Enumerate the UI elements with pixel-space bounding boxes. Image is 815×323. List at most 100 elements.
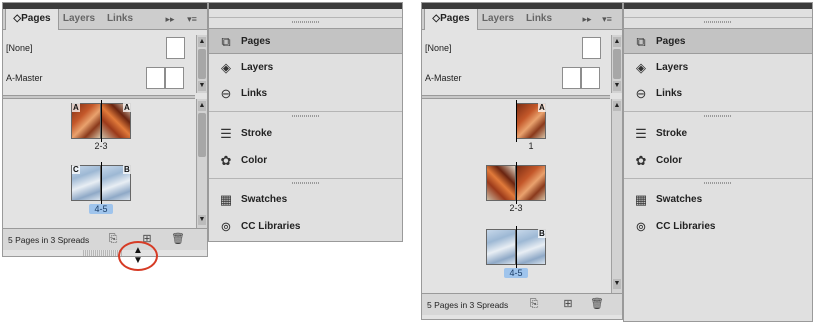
scroll-down-icon[interactable]: ▼ bbox=[198, 81, 206, 91]
dock-group-grip[interactable] bbox=[209, 111, 402, 120]
spread-number: 2-3 bbox=[509, 203, 523, 213]
spread-4-5[interactable]: B 4-5 bbox=[486, 226, 546, 279]
dock-item-stroke[interactable]: ☰ Stroke bbox=[624, 121, 812, 147]
tab-layers[interactable]: Layers bbox=[59, 9, 99, 29]
master-letter: C bbox=[72, 165, 80, 174]
master-item-a[interactable]: A-Master bbox=[3, 65, 193, 91]
tab-pages[interactable]: ◇Pages bbox=[5, 9, 59, 30]
pages-panel-footer: 5 Pages in 3 Spreads ⎘ ⊞ 🗑 bbox=[422, 293, 622, 315]
master-item-none[interactable]: [None] bbox=[3, 35, 193, 61]
section-divider[interactable] bbox=[422, 95, 610, 99]
spread-1[interactable]: A 1 bbox=[516, 100, 546, 151]
section-divider[interactable] bbox=[3, 95, 195, 99]
spread-number: 1 bbox=[528, 141, 534, 151]
dock-group-grip[interactable] bbox=[624, 17, 812, 26]
scroll-down-icon[interactable]: ▼ bbox=[198, 215, 206, 225]
scroll-thumb[interactable] bbox=[613, 49, 621, 79]
spread-spine bbox=[516, 100, 517, 142]
master-label: A-Master bbox=[425, 73, 462, 83]
edit-page-size-icon[interactable]: ⎘ bbox=[107, 233, 119, 245]
dock-group-grip[interactable] bbox=[624, 111, 812, 120]
dock-item-color[interactable]: ✿ Color bbox=[624, 148, 812, 174]
panel-tab-row: ◇Pages Layers Links ▸▸ ▾≡ bbox=[3, 9, 207, 30]
dock-item-label: Swatches bbox=[656, 194, 703, 205]
spread-2-3[interactable]: 2-3 bbox=[486, 162, 546, 213]
resize-down-arrow-icon: ▼ bbox=[133, 255, 143, 266]
overflow-tabs-button[interactable]: ▸▸ bbox=[163, 9, 177, 29]
dock-item-label: Pages bbox=[241, 36, 271, 47]
pages-scrollbar[interactable]: ▲ ▼ bbox=[611, 99, 622, 293]
scroll-up-icon[interactable]: ▲ bbox=[613, 37, 621, 47]
panel-dock-right: ⧉ Pages ◈ Layers ⊖ Links ☰ Stroke ✿ Colo… bbox=[623, 2, 813, 322]
scroll-thumb[interactable] bbox=[198, 49, 206, 79]
dock-item-links[interactable]: ⊖ Links bbox=[624, 81, 812, 107]
spread-number: 2-3 bbox=[94, 141, 108, 151]
masters-scrollbar[interactable]: ▲ ▼ bbox=[196, 35, 207, 93]
dock-item-pages[interactable]: ⧉ Pages bbox=[624, 28, 812, 54]
scroll-down-icon[interactable]: ▼ bbox=[613, 81, 621, 91]
panel-dock-left: ⧉ Pages ◈ Layers ⊖ Links ☰ Stroke ✿ Colo… bbox=[208, 2, 403, 242]
new-page-icon[interactable]: ⊞ bbox=[562, 298, 574, 310]
dock-item-swatches[interactable]: ▦ Swatches bbox=[624, 187, 812, 213]
edit-page-size-icon[interactable]: ⎘ bbox=[528, 298, 540, 310]
dock-item-label: Color bbox=[656, 155, 683, 166]
master-label: A-Master bbox=[6, 73, 43, 83]
pages-panel-footer: 5 Pages in 3 Spreads ⎘ ⊞ 🗑 bbox=[3, 228, 207, 250]
dock-item-label: Links bbox=[656, 88, 683, 99]
spread-spine bbox=[516, 162, 517, 204]
master-item-none[interactable]: [None] bbox=[422, 35, 608, 61]
dock-group-grip[interactable] bbox=[209, 178, 402, 187]
dock-group-grip[interactable] bbox=[624, 178, 812, 187]
dock-item-label: Color bbox=[241, 155, 268, 166]
master-thumbnail-right bbox=[165, 67, 184, 89]
master-label: [None] bbox=[6, 43, 33, 53]
dock-title-bar[interactable] bbox=[624, 3, 812, 9]
tab-pages[interactable]: ◇Pages bbox=[424, 9, 478, 30]
stroke-icon: ☰ bbox=[635, 126, 647, 141]
scroll-down-icon[interactable]: ▼ bbox=[613, 279, 621, 289]
master-thumbnail-left bbox=[562, 67, 581, 89]
tab-links[interactable]: Links bbox=[103, 9, 137, 29]
dock-item-swatches[interactable]: ▦ Swatches bbox=[209, 187, 402, 213]
dock-item-label: Pages bbox=[656, 36, 686, 47]
panel-menu-button[interactable]: ▾≡ bbox=[183, 9, 201, 29]
masters-scrollbar[interactable]: ▲ ▼ bbox=[611, 35, 622, 93]
scroll-up-icon[interactable]: ▲ bbox=[198, 101, 206, 111]
dock-item-layers[interactable]: ◈ Layers bbox=[624, 55, 812, 81]
dock-item-pages[interactable]: ⧉ Pages bbox=[209, 28, 402, 54]
panel-tab-row: ◇Pages Layers Links ▸▸ ▾≡ bbox=[422, 9, 622, 30]
master-label: [None] bbox=[425, 43, 452, 53]
scroll-up-icon[interactable]: ▲ bbox=[198, 37, 206, 47]
master-item-a[interactable]: A-Master bbox=[422, 65, 608, 91]
dock-item-layers[interactable]: ◈ Layers bbox=[209, 55, 402, 81]
spread-2-3[interactable]: A A 2-3 bbox=[71, 100, 131, 151]
tab-layers[interactable]: Layers bbox=[478, 9, 518, 29]
master-letter: B bbox=[538, 229, 546, 238]
pages-scrollbar[interactable]: ▲ ▼ bbox=[196, 99, 207, 229]
scroll-up-icon[interactable]: ▲ bbox=[613, 101, 621, 111]
dock-title-bar[interactable] bbox=[209, 3, 402, 9]
page-count-text: 5 Pages in 3 Spreads bbox=[8, 235, 90, 245]
dock-item-cc-libraries[interactable]: ⊚ CC Libraries bbox=[209, 214, 402, 240]
page-thumbnail[interactable] bbox=[516, 165, 546, 201]
dock-item-color[interactable]: ✿ Color bbox=[209, 148, 402, 174]
page-thumbnail[interactable] bbox=[486, 165, 516, 201]
overflow-tabs-button[interactable]: ▸▸ bbox=[580, 9, 594, 29]
layers-icon: ◈ bbox=[636, 60, 646, 75]
dock-item-stroke[interactable]: ☰ Stroke bbox=[209, 121, 402, 147]
panel-menu-button[interactable]: ▾≡ bbox=[598, 9, 616, 29]
dock-group-grip[interactable] bbox=[209, 17, 402, 26]
master-letter: A bbox=[538, 103, 546, 112]
master-thumbnail-right bbox=[581, 67, 600, 89]
dock-item-links[interactable]: ⊖ Links bbox=[209, 81, 402, 107]
dock-item-cc-libraries[interactable]: ⊚ CC Libraries bbox=[624, 214, 812, 240]
scroll-thumb[interactable] bbox=[198, 113, 206, 157]
spread-4-5[interactable]: C B 4-5 bbox=[71, 162, 131, 215]
tab-links[interactable]: Links bbox=[522, 9, 556, 29]
pages-icon: ⧉ bbox=[636, 34, 646, 49]
trash-icon[interactable]: 🗑 bbox=[171, 233, 185, 245]
trash-icon[interactable]: 🗑 bbox=[590, 298, 604, 310]
master-letter: B bbox=[123, 165, 131, 174]
page-thumbnail[interactable] bbox=[486, 229, 516, 265]
resize-grip[interactable] bbox=[83, 250, 123, 256]
